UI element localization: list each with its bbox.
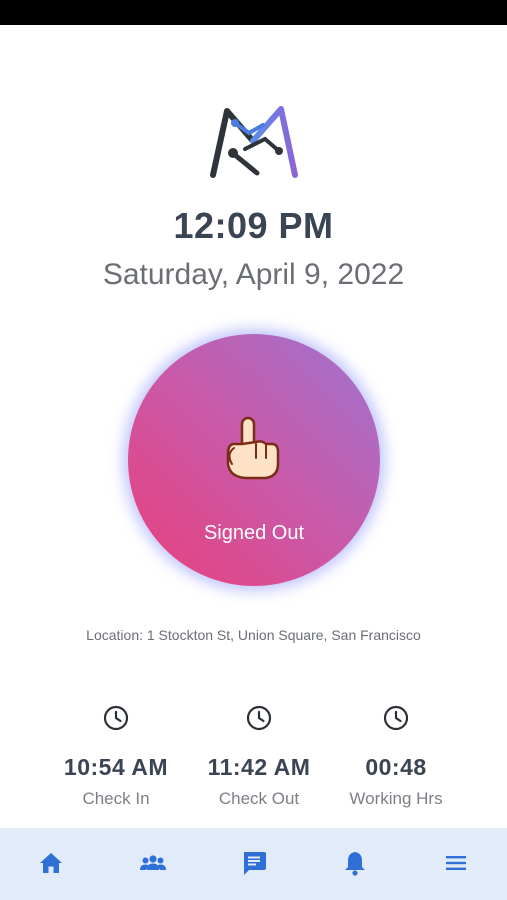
sign-status-label: Signed Out: [203, 522, 305, 544]
status-bar: [0, 0, 507, 25]
menu-icon: [446, 856, 466, 870]
check-in-time: 10:54 AM: [63, 754, 169, 780]
team-icon: [140, 855, 166, 870]
check-out-label: Check Out: [218, 789, 300, 808]
home-icon: [40, 853, 62, 873]
clock-icon: [383, 705, 409, 731]
current-date: Saturday, April 9, 2022: [102, 258, 405, 291]
sign-in-out-button[interactable]: Signed Out: [128, 334, 380, 586]
current-time: 12:09 PM: [173, 205, 334, 246]
check-in-label: Check In: [82, 789, 150, 808]
location-text: Location: 1 Stockton St, Union Square, S…: [86, 627, 421, 643]
bottom-tab-bar: [0, 828, 507, 900]
tab-notifications[interactable]: [340, 848, 370, 878]
tab-team[interactable]: [138, 848, 168, 878]
app-logo: [210, 106, 298, 178]
bell-icon: [345, 852, 365, 876]
chat-icon: [244, 852, 266, 875]
check-out-time: 11:42 AM: [207, 754, 311, 780]
tab-messages[interactable]: [239, 848, 269, 878]
clock-icon: [246, 705, 272, 731]
tab-home[interactable]: [36, 848, 66, 878]
clock-icon: [103, 705, 129, 731]
working-hours-label: Working Hrs: [349, 789, 443, 808]
check-in-stat: 10:54 AM Check In: [46, 704, 186, 809]
check-out-stat: 11:42 AM Check Out: [189, 704, 329, 809]
working-hours-value: 00:48: [365, 754, 427, 780]
tab-menu[interactable]: [441, 848, 471, 878]
pointing-hand-icon: [226, 416, 280, 480]
working-hours-stat: 00:48 Working Hrs: [326, 704, 466, 809]
